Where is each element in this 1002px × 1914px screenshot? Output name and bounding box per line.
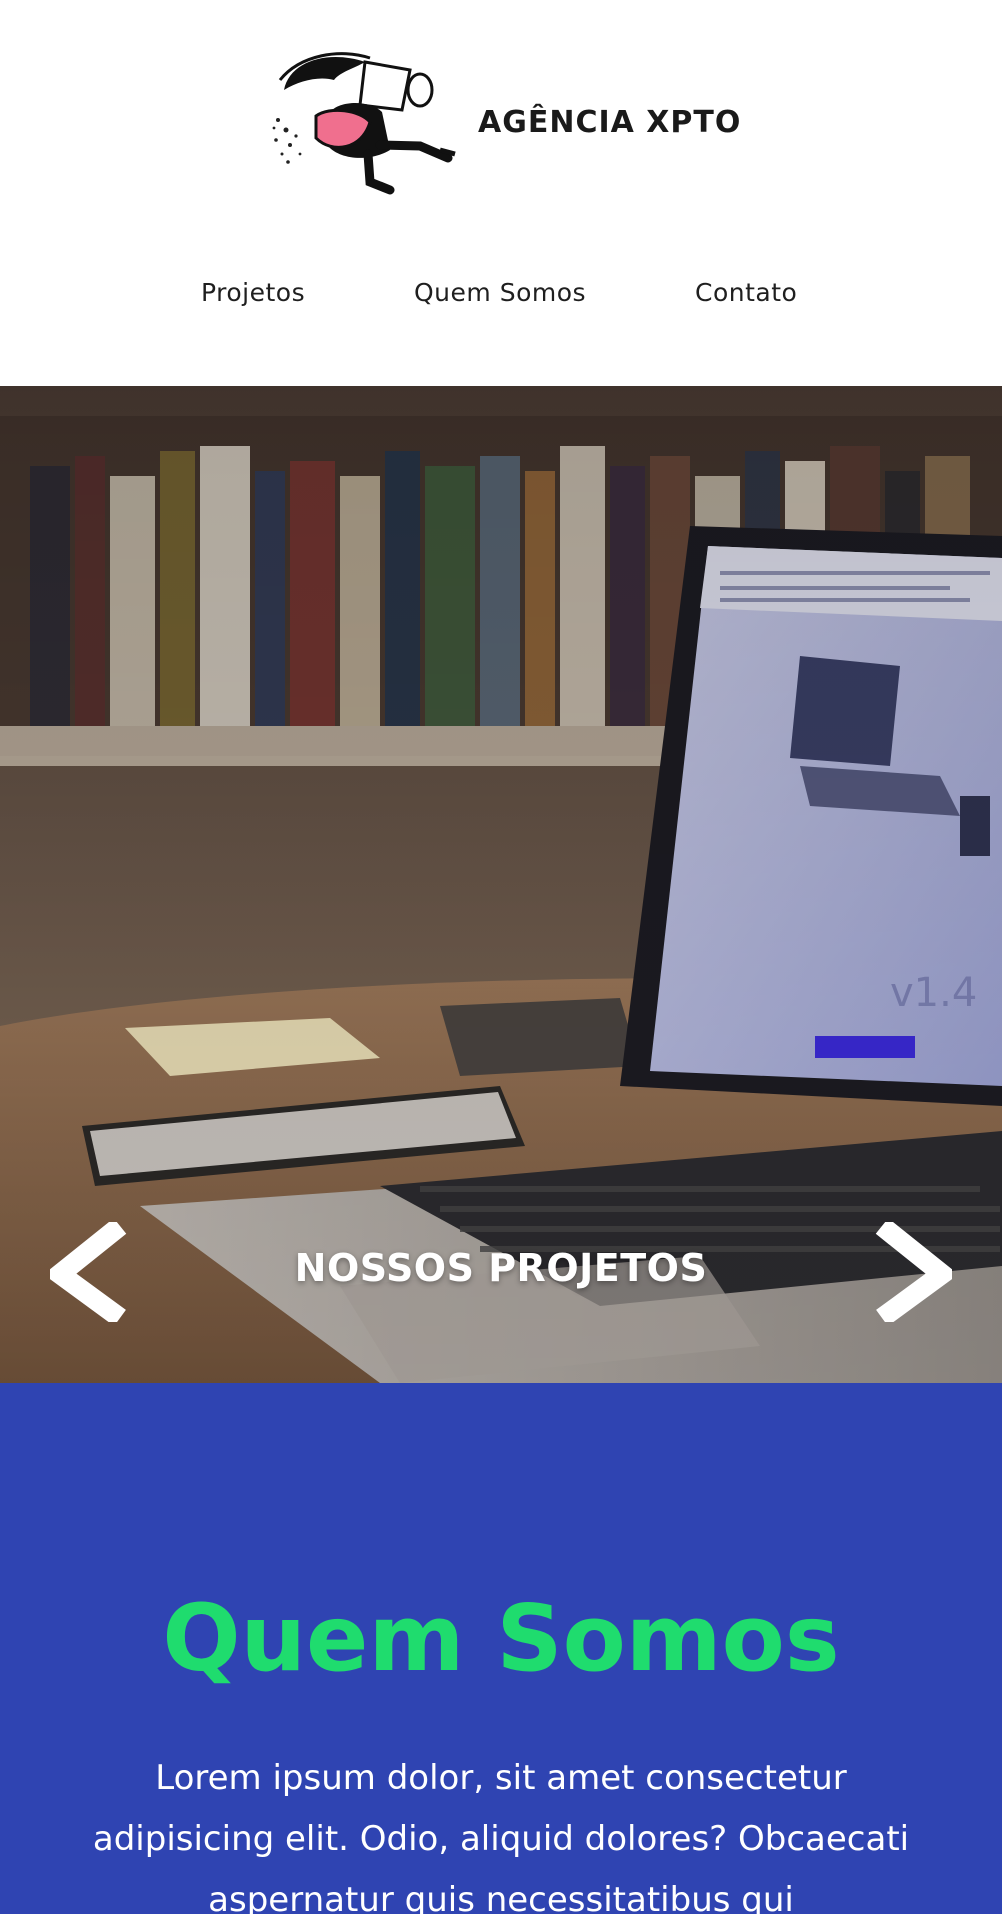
chevron-right-icon (875, 1218, 959, 1327)
carousel-next-button[interactable] (872, 1218, 959, 1327)
hero-title: NOSSOS PROJETOS (294, 1246, 708, 1290)
site-header: AGÊNCIA XPTO Projetos Quem Somos Contato (0, 0, 1002, 386)
nav-item-projetos[interactable]: Projetos (201, 278, 305, 307)
nav-item-contato[interactable]: Contato (695, 278, 797, 307)
about-title: Quem Somos (162, 1585, 840, 1692)
main-nav: Projetos Quem Somos Contato (0, 278, 1002, 318)
about-section: Quem Somos Lorem ipsum dolor, sit amet c… (0, 1383, 1002, 1914)
brand-name: AGÊNCIA XPTO (478, 105, 742, 140)
hero-background-image: v1.4 (0, 386, 1002, 1383)
about-text: Lorem ipsum dolor, sit amet consectetur … (92, 1758, 910, 1914)
logo-link[interactable]: AGÊNCIA XPTO (270, 50, 740, 200)
hero-carousel: v1.4 NOSSOS PROJETOS (0, 386, 1002, 1383)
nav-item-quem-somos[interactable]: Quem Somos (414, 278, 586, 307)
running-character-logo-icon (272, 52, 456, 195)
